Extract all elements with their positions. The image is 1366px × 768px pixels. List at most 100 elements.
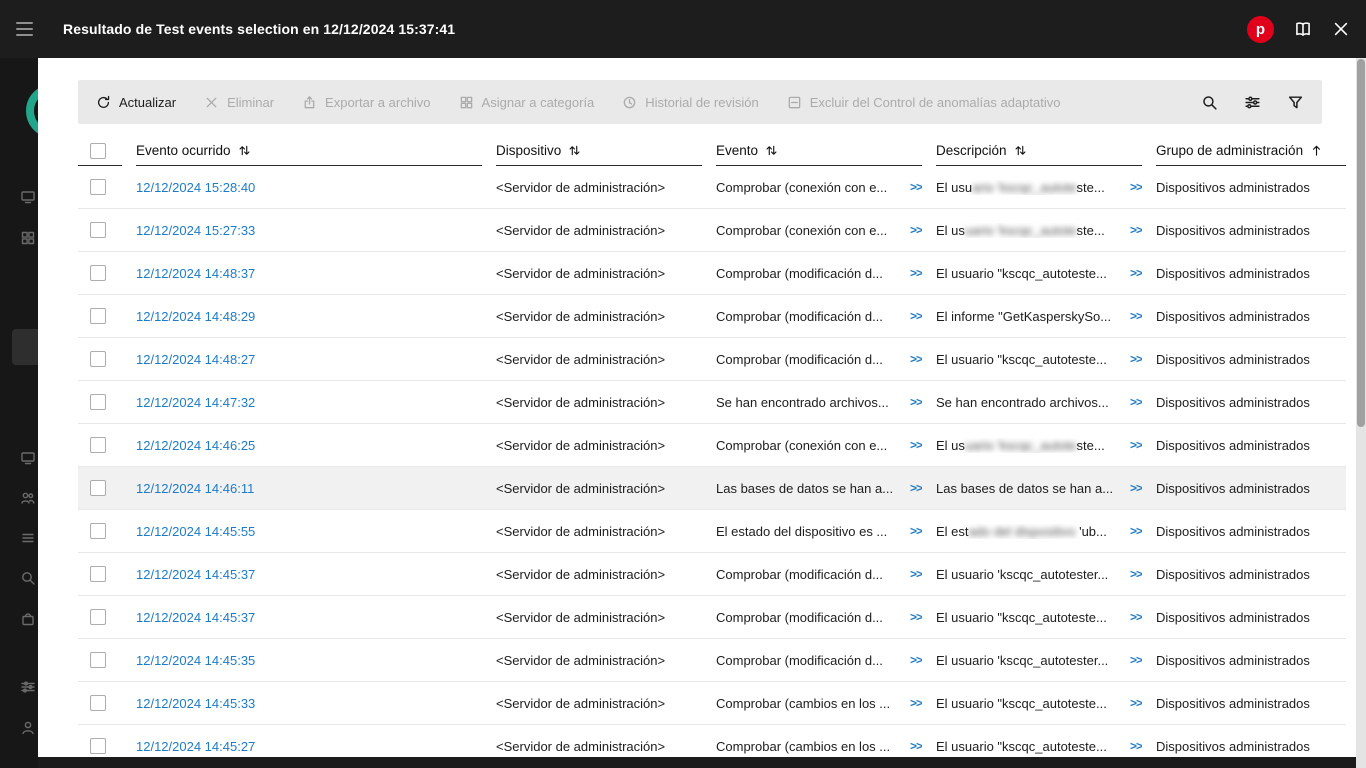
row-checkbox[interactable]	[90, 480, 106, 496]
table-row[interactable]: 12/12/2024 15:28:40 <Servidor de administ…	[78, 166, 1346, 209]
event-date-link[interactable]: 12/12/2024 14:45:33	[136, 696, 255, 711]
table-row[interactable]: 12/12/2024 14:45:33 <Servidor de administ…	[78, 682, 1346, 725]
expand-description-link[interactable]: >>	[1130, 696, 1142, 710]
help-book-icon[interactable]	[1294, 20, 1312, 38]
row-checkbox[interactable]	[90, 437, 106, 453]
toolbar-button-asignar-a-categoria: Asignar a categoría	[459, 95, 594, 110]
toolbar-button-actualizar[interactable]: Actualizar	[96, 95, 176, 110]
event-date-link[interactable]: 12/12/2024 14:45:37	[136, 610, 255, 625]
column-header-evento[interactable]: Evento	[716, 136, 922, 166]
event-date-link[interactable]: 12/12/2024 14:46:25	[136, 438, 255, 453]
row-checkbox[interactable]	[90, 652, 106, 668]
description-text: El usuario "kscqc_autoteste...	[936, 609, 1107, 625]
row-checkbox[interactable]	[90, 738, 106, 754]
table-row[interactable]: 12/12/2024 14:48:29 <Servidor de administ…	[78, 295, 1346, 338]
expand-description-link[interactable]: >>	[1130, 481, 1142, 495]
select-all-checkbox[interactable]	[90, 142, 106, 159]
filter-icon[interactable]	[1287, 94, 1304, 111]
expand-description-link[interactable]: >>	[1130, 180, 1142, 194]
expand-description-link[interactable]: >>	[1130, 223, 1142, 237]
expand-description-link[interactable]: >>	[1130, 653, 1142, 667]
event-date-link[interactable]: 12/12/2024 14:48:29	[136, 309, 255, 324]
menu-icon[interactable]	[16, 22, 33, 36]
expand-event-link[interactable]: >>	[910, 567, 922, 581]
expand-event-link[interactable]: >>	[910, 309, 922, 323]
expand-event-link[interactable]: >>	[910, 223, 922, 237]
expand-description-link[interactable]: >>	[1130, 309, 1142, 323]
table-row[interactable]: 12/12/2024 14:46:11 <Servidor de administ…	[78, 467, 1346, 510]
table-row[interactable]: 12/12/2024 14:46:25 <Servidor de administ…	[78, 424, 1346, 467]
search-nav-icon[interactable]	[20, 570, 36, 586]
monitoring-icon[interactable]	[20, 189, 36, 205]
repositories-icon[interactable]	[20, 530, 36, 546]
expand-event-link[interactable]: >>	[910, 739, 922, 753]
event-date-link[interactable]: 12/12/2024 14:45:55	[136, 524, 255, 539]
expand-event-link[interactable]: >>	[910, 481, 922, 495]
account-icon[interactable]	[20, 720, 36, 736]
expand-event-link[interactable]: >>	[910, 653, 922, 667]
event-date-link[interactable]: 12/12/2024 14:45:27	[136, 739, 255, 754]
event-date-link[interactable]: 12/12/2024 14:47:32	[136, 395, 255, 410]
search-icon[interactable]	[1201, 94, 1218, 111]
expand-description-link[interactable]: >>	[1130, 524, 1142, 538]
row-checkbox-cell	[78, 523, 122, 539]
row-checkbox[interactable]	[90, 566, 106, 582]
row-checkbox[interactable]	[90, 523, 106, 539]
event-date-link[interactable]: 12/12/2024 14:48:27	[136, 352, 255, 367]
row-checkbox[interactable]	[90, 351, 106, 367]
column-header-evento-ocurrido[interactable]: Evento ocurrido	[136, 136, 482, 166]
expand-description-link[interactable]: >>	[1130, 395, 1142, 409]
expand-description-link[interactable]: >>	[1130, 610, 1142, 624]
row-checkbox[interactable]	[90, 695, 106, 711]
row-checkbox[interactable]	[90, 308, 106, 324]
event-date-link[interactable]: 12/12/2024 14:46:11	[136, 481, 254, 496]
event-date-link[interactable]: 12/12/2024 14:45:37	[136, 567, 255, 582]
expand-event-link[interactable]: >>	[910, 524, 922, 538]
devices-icon[interactable]	[20, 450, 36, 466]
row-checkbox[interactable]	[90, 179, 106, 195]
event-date-link[interactable]: 12/12/2024 14:45:35	[136, 653, 255, 668]
event-date-link[interactable]: 12/12/2024 15:28:40	[136, 180, 255, 195]
table-row[interactable]: 12/12/2024 14:45:37 <Servidor de administ…	[78, 596, 1346, 639]
expand-description-link[interactable]: >>	[1130, 739, 1142, 753]
row-checkbox[interactable]	[90, 394, 106, 410]
expand-description-link[interactable]: >>	[1130, 567, 1142, 581]
table-row[interactable]: 12/12/2024 14:47:32 <Servidor de administ…	[78, 381, 1346, 424]
sidebar-selected-item[interactable]	[12, 329, 38, 365]
column-header-dispositivo[interactable]: Dispositivo	[496, 136, 702, 166]
expand-description-link[interactable]: >>	[1130, 266, 1142, 280]
vertical-scrollbar[interactable]	[1356, 58, 1366, 768]
scrollbar-thumb[interactable]	[1357, 59, 1365, 427]
table-row[interactable]: 12/12/2024 14:48:27 <Servidor de administ…	[78, 338, 1346, 381]
column-header-descripcion[interactable]: Descripción	[936, 136, 1142, 166]
expand-description-link[interactable]: >>	[1130, 352, 1142, 366]
expand-event-link[interactable]: >>	[910, 395, 922, 409]
expand-event-link[interactable]: >>	[910, 438, 922, 452]
event-date-link[interactable]: 12/12/2024 14:48:37	[136, 266, 255, 281]
table-row[interactable]: 12/12/2024 14:45:37 <Servidor de administ…	[78, 553, 1346, 596]
device-cell: <Servidor de administración>	[496, 738, 666, 754]
expand-event-link[interactable]: >>	[910, 180, 922, 194]
dashboard-icon[interactable]	[20, 230, 36, 246]
column-header-grupo-de-administracion[interactable]: Grupo de administración	[1156, 136, 1346, 166]
table-row[interactable]: 12/12/2024 14:45:55 <Servidor de administ…	[78, 510, 1346, 553]
column-settings-icon[interactable]	[1244, 94, 1261, 111]
row-checkbox[interactable]	[90, 265, 106, 281]
close-icon[interactable]	[1332, 20, 1350, 38]
expand-event-link[interactable]: >>	[910, 266, 922, 280]
row-checkbox[interactable]	[90, 222, 106, 238]
table-row[interactable]: 12/12/2024 15:27:33 <Servidor de administ…	[78, 209, 1346, 252]
table-row[interactable]: 12/12/2024 14:45:27 <Servidor de administ…	[78, 725, 1346, 757]
description-text: El usuario "kscqc_autoteste...	[936, 265, 1107, 281]
table-row[interactable]: 12/12/2024 14:45:35 <Servidor de administ…	[78, 639, 1346, 682]
expand-event-link[interactable]: >>	[910, 610, 922, 624]
table-row[interactable]: 12/12/2024 14:48:37 <Servidor de administ…	[78, 252, 1346, 295]
event-date-link[interactable]: 12/12/2024 15:27:33	[136, 223, 255, 238]
marketplace-icon[interactable]	[20, 611, 36, 627]
expand-description-link[interactable]: >>	[1130, 438, 1142, 452]
expand-event-link[interactable]: >>	[910, 352, 922, 366]
expand-event-link[interactable]: >>	[910, 696, 922, 710]
users-icon[interactable]	[20, 490, 36, 506]
row-checkbox[interactable]	[90, 609, 106, 625]
settings-icon[interactable]	[20, 679, 36, 695]
